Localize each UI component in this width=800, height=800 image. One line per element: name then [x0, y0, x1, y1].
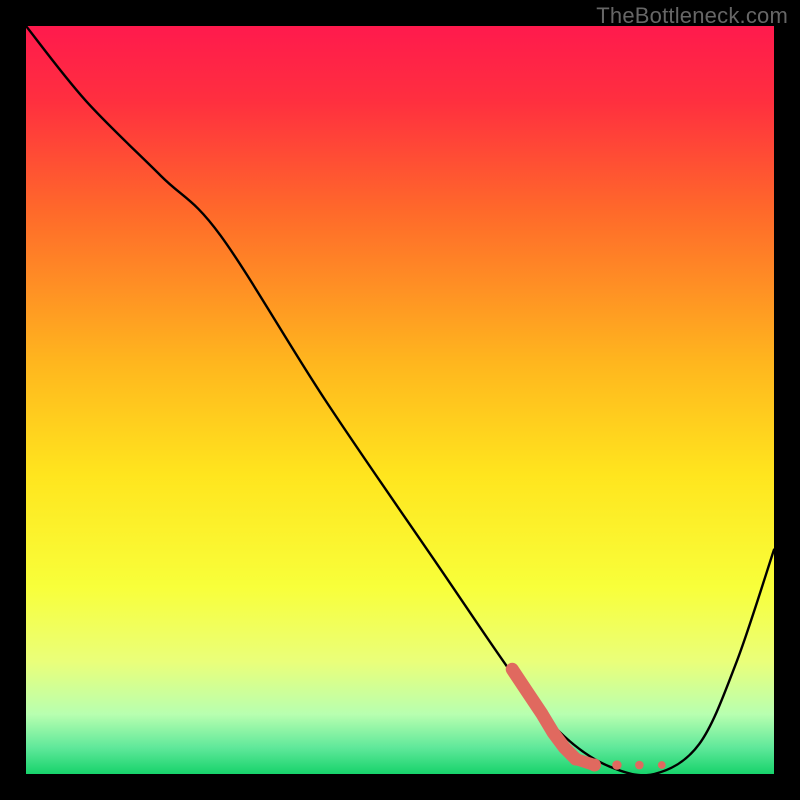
plot-area: [26, 26, 774, 774]
chart-svg: [26, 26, 774, 774]
gradient-background: [26, 26, 774, 774]
chart-frame: TheBottleneck.com: [0, 0, 800, 800]
watermark-text: TheBottleneck.com: [596, 3, 788, 29]
